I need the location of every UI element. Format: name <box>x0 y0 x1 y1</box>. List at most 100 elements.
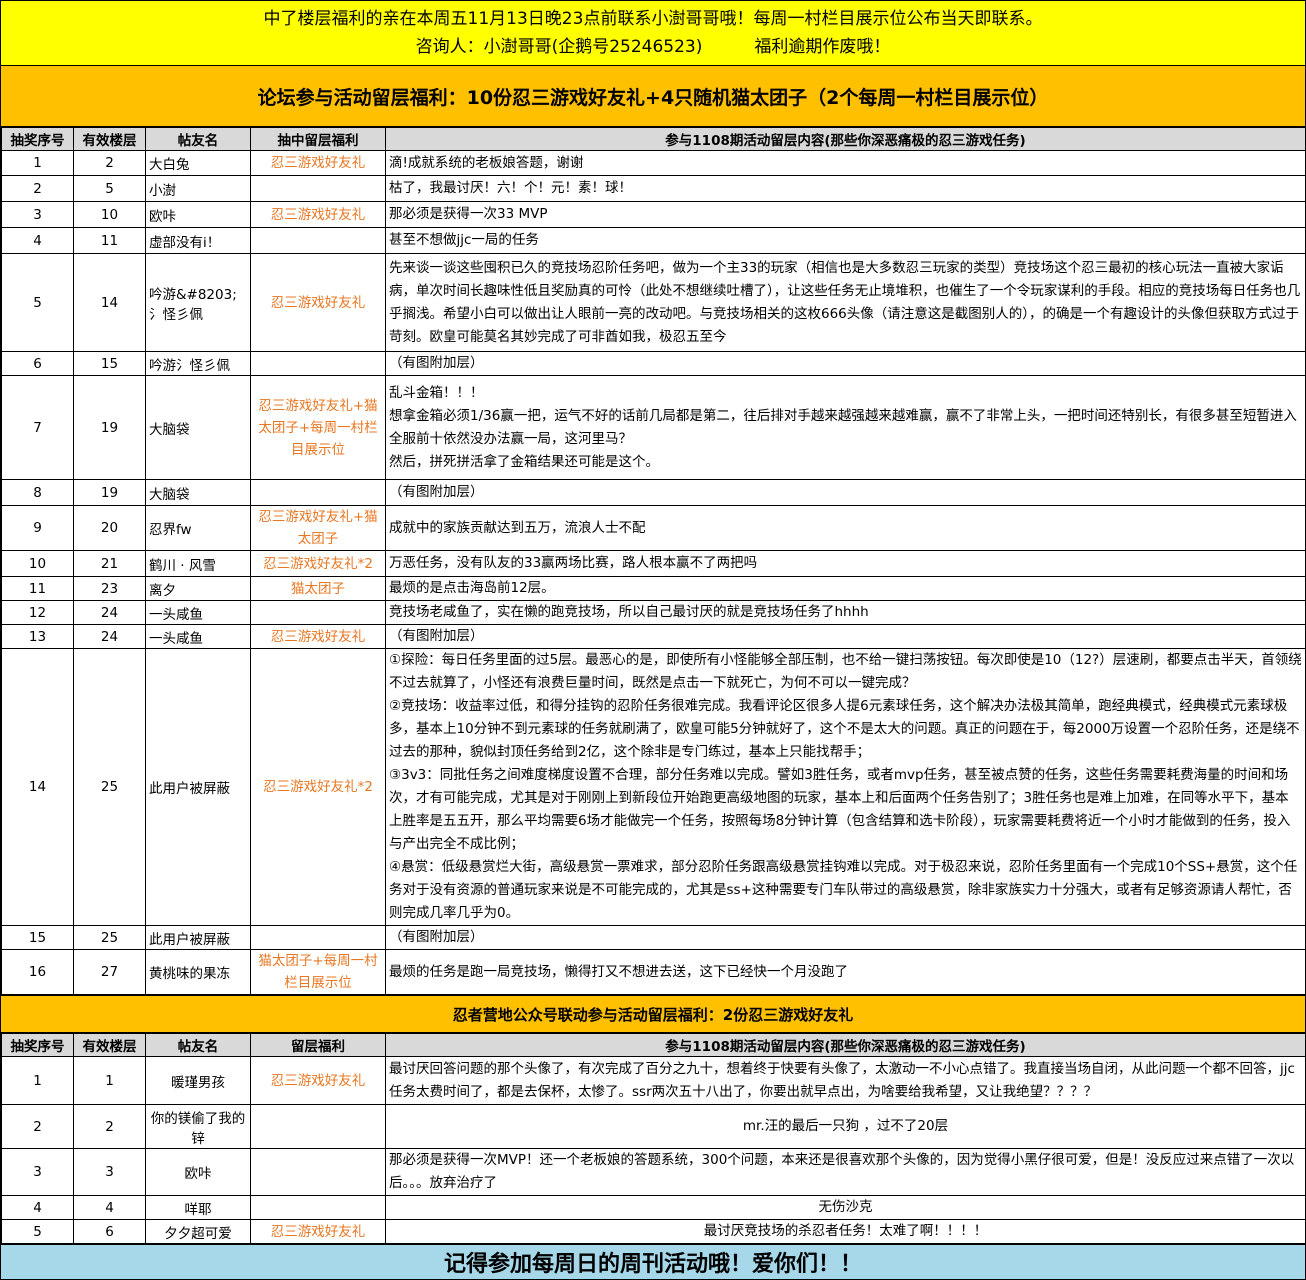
content-line: ①探险：每日任务里面的过5层。最恶心的是，即使所有小怪能够全部压制，也不给一键扫… <box>389 652 1302 691</box>
username-cell: 暖瑾男孩 <box>145 1056 251 1105</box>
content-line: 万恶任务，没有队友的33赢两场比赛，路人根本赢不了两把吗 <box>389 555 758 571</box>
lottery-number-cell: 4 <box>1 1195 74 1220</box>
floor-cell: 2 <box>73 150 146 176</box>
table-row: 4 4 咩耶 无伤沙克 <box>1 1195 1306 1220</box>
prize-cell: 忍三游戏好友礼 <box>250 150 386 176</box>
table-row: 14 25 此用户被屏蔽 忍三游戏好友礼*2 ①探险：每日任务里面的过5层。最恶心的是，… <box>1 648 1306 926</box>
content-cell: 万恶任务，没有队友的33赢两场比赛，路人根本赢不了两把吗 <box>385 550 1306 577</box>
username-cell: 黄桃味的果冻 <box>145 949 251 995</box>
prize-cell <box>250 1104 386 1149</box>
username-cell: 忍界fw <box>145 505 251 551</box>
prize-cell: 忍三游戏好友礼+猫太团子+每周一村栏目展示位 <box>250 375 386 480</box>
notice-line-2: 咨询人：小澍哥哥(企鹅号25246523) 福利逾期作废哦！ <box>1 33 1305 61</box>
content-line: 滴!成就系统的老板娘答题，谢谢 <box>389 154 584 171</box>
table-row: 11 23 离夕 猫太团子 最烦的是点击海岛前12层。 <box>1 576 1306 601</box>
section2-header-row: 抽奖序号 有效楼层 帖友名 留层福利 参与1108期活动留层内容(那些你深恶痛极的忍三游… <box>1 1033 1306 1057</box>
lottery-number-cell: 1 <box>1 150 74 176</box>
username-cell: 吟游&#8203;氵怪彡佩 <box>145 253 251 352</box>
floor-cell: 6 <box>73 1219 146 1244</box>
lottery-number-cell: 7 <box>1 375 74 480</box>
prize-cell: 忍三游戏好友礼 <box>250 253 386 352</box>
table-row: 6 15 吟游氵怪彡佩 （有图附加层） <box>1 351 1306 376</box>
floor-cell: 27 <box>73 949 146 995</box>
table-row: 12 24 一头咸鱼 竞技场老咸鱼了，实在懒的跑竞技场，所以自己最讨厌的就是竞技场任务… <box>1 600 1306 625</box>
prize-cell: 忍三游戏好友礼 <box>250 1056 386 1105</box>
username-cell: 夕夕超可爱 <box>145 1219 251 1244</box>
content-cell: （有图附加层） <box>385 624 1306 649</box>
content-line: 竞技场老咸鱼了，实在懒的跑竞技场，所以自己最讨厌的就是竞技场任务了hhhh <box>389 604 869 620</box>
prize-cell: 忍三游戏好友礼 <box>250 1219 386 1244</box>
column-header: 抽中留层福利 <box>250 127 386 151</box>
content-line: 甚至不想做jjc一局的任务 <box>389 232 539 248</box>
floor-cell: 23 <box>73 576 146 601</box>
section2-title: 忍者营地公众号联动参与活动留层福利：2份忍三游戏好友礼 <box>1 995 1305 1033</box>
content-line: 那必须是获得一次MVP！还一个老板娘的答题系统，300个问题，本来还是很喜欢那个… <box>389 1152 1295 1191</box>
content-cell: ①探险：每日任务里面的过5层。最恶心的是，即使所有小怪能够全部压制，也不给一键扫… <box>385 648 1306 926</box>
table-row: 2 5 小澍 枯了，我最讨厌！六！个！元！素！球！ <box>1 175 1306 202</box>
content-line: 无伤沙克 <box>818 1199 873 1215</box>
prize-cell: 忍三游戏好友礼*2 <box>250 648 386 926</box>
lottery-number-cell: 5 <box>1 1219 74 1244</box>
lottery-number-cell: 9 <box>1 505 74 551</box>
lottery-number-cell: 1 <box>1 1056 74 1105</box>
prize-cell: 猫太团子 <box>250 576 386 601</box>
content-cell: 最烦的是点击海岛前12层。 <box>385 576 1306 601</box>
prize-cell <box>250 351 386 376</box>
floor-cell: 20 <box>73 505 146 551</box>
table-row: 4 11 虚部没有i！ 甚至不想做jjc一局的任务 <box>1 227 1306 254</box>
section2-body: 1 1 暖瑾男孩 忍三游戏好友礼 最讨厌回答问题的那个头像了，有次完成了百分之九十，想着… <box>1 1056 1306 1244</box>
floor-cell: 5 <box>73 175 146 202</box>
section1-body: 1 2 大白兔 忍三游戏好友礼 滴!成就系统的老板娘答题，谢谢 2 5 小澍 枯了，我最讨厌！六… <box>1 150 1306 995</box>
table-row: 2 2 你的镁偷了我的锌 mr.汪的最后一只狗 ，过不了20层 <box>1 1104 1306 1149</box>
content-cell: mr.汪的最后一只狗 ，过不了20层 <box>385 1104 1306 1149</box>
lottery-number-cell: 12 <box>1 600 74 625</box>
username-cell: 欧咔 <box>145 201 251 228</box>
table-row: 1 1 暖瑾男孩 忍三游戏好友礼 最讨厌回答问题的那个头像了，有次完成了百分之九十，想着… <box>1 1056 1306 1105</box>
username-cell: 一头咸鱼 <box>145 600 251 625</box>
lottery-number-cell: 4 <box>1 227 74 254</box>
username-cell: 你的镁偷了我的锌 <box>145 1104 251 1149</box>
section1-table: 抽奖序号 有效楼层 帖友名 抽中留层福利 参与1108期活动留层内容(那些你深恶痛极的忍… <box>1 127 1306 995</box>
column-header: 抽奖序号 <box>1 1033 74 1057</box>
content-line: 想拿金箱必须1/36赢一把，运气不好的话前几局都是第二，往后排对手越来越强越来越… <box>389 407 1297 447</box>
floor-cell: 4 <box>73 1195 146 1220</box>
prize-cell <box>250 175 386 202</box>
content-line: （有图附加层） <box>389 628 484 644</box>
column-header: 帖友名 <box>145 127 251 151</box>
lottery-number-cell: 16 <box>1 949 74 995</box>
table-row: 10 21 鹤川 · 风雪 忍三游戏好友礼*2 万恶任务，没有队友的33赢两场比赛，路人… <box>1 550 1306 577</box>
table-row: 1 2 大白兔 忍三游戏好友礼 滴!成就系统的老板娘答题，谢谢 <box>1 150 1306 176</box>
floor-cell: 24 <box>73 624 146 649</box>
username-cell: 大脑袋 <box>145 375 251 480</box>
spreadsheet: 中了楼层福利的亲在本周五11月13日晚23点前联系小澍哥哥哦！每周一村栏目展示位… <box>0 0 1306 1280</box>
section2-table: 抽奖序号 有效楼层 帖友名 留层福利 参与1108期活动留层内容(那些你深恶痛极的忍三游… <box>1 1033 1306 1244</box>
column-header: 留层福利 <box>250 1033 386 1057</box>
username-cell: 欧咔 <box>145 1148 251 1196</box>
floor-cell: 21 <box>73 550 146 577</box>
username-cell: 大脑袋 <box>145 479 251 506</box>
lottery-number-cell: 2 <box>1 1104 74 1149</box>
floor-cell: 19 <box>73 375 146 480</box>
content-line: 最讨厌回答问题的那个头像了，有次完成了百分之九十，想着终于快要有头像了，太激动一… <box>389 1060 1295 1100</box>
content-line: 最烦的是点击海岛前12层。 <box>389 580 555 596</box>
content-line: （有图附加层） <box>389 355 484 371</box>
lottery-number-cell: 11 <box>1 576 74 601</box>
content-cell: 甚至不想做jjc一局的任务 <box>385 227 1306 254</box>
prize-cell <box>250 925 386 950</box>
lottery-number-cell: 10 <box>1 550 74 577</box>
table-row: 9 20 忍界fw 忍三游戏好友礼+猫太团子 成就中的家族贡献达到五万，流浪人士不配 <box>1 505 1306 551</box>
floor-cell: 19 <box>73 479 146 506</box>
footer-banner: 记得参加每周日的周刊活动哦！爱你们！！ <box>1 1244 1305 1280</box>
content-line: （有图附加层） <box>389 929 484 945</box>
content-line: ③3v3：同批任务之间难度梯度设置不合理，部分任务难以完成。譬如3胜任务，或者m… <box>389 767 1291 852</box>
lottery-number-cell: 14 <box>1 648 74 926</box>
table-row: 8 19 大脑袋 （有图附加层） <box>1 479 1306 506</box>
column-header: 参与1108期活动留层内容(那些你深恶痛极的忍三游戏任务) <box>385 127 1306 151</box>
content-cell: （有图附加层） <box>385 351 1306 376</box>
content-cell: 那必须是获得一次MVP！还一个老板娘的答题系统，300个问题，本来还是很喜欢那个… <box>385 1148 1306 1196</box>
username-cell: 大白兔 <box>145 150 251 176</box>
floor-cell: 1 <box>73 1056 146 1105</box>
prize-cell <box>250 227 386 254</box>
column-header: 参与1108期活动留层内容(那些你深恶痛极的忍三游戏任务) <box>385 1033 1306 1057</box>
table-row: 5 6 夕夕超可爱 忍三游戏好友礼 最讨厌竞技场的杀忍者任务！太难了啊！！！！ <box>1 1219 1306 1244</box>
